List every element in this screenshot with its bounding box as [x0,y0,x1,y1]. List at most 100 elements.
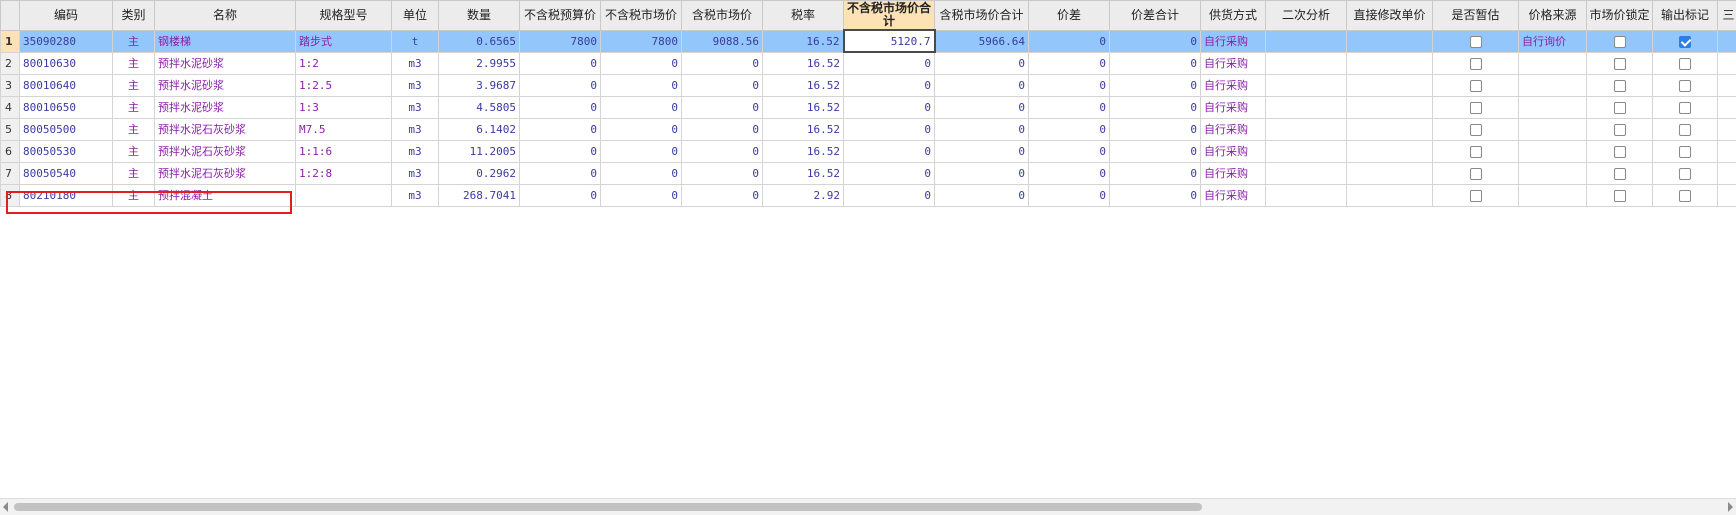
market-price-in-cell[interactable]: 0 [682,162,763,184]
price-source-cell[interactable] [1519,96,1587,118]
horizontal-scrollbar[interactable] [0,498,1736,515]
provisional-checkbox[interactable] [1470,168,1482,180]
market-lock-checkbox[interactable] [1614,124,1626,136]
tax-rate-cell[interactable]: 16.52 [763,140,844,162]
unit-cell[interactable]: m3 [392,118,439,140]
tax-rate-cell[interactable]: 16.52 [763,52,844,74]
market-price-in-cell[interactable]: 0 [682,140,763,162]
code-cell[interactable]: 80010630 [20,52,113,74]
unit-cell[interactable]: m3 [392,162,439,184]
output-mark-checkbox[interactable] [1679,146,1691,158]
header-market-price-in-tax[interactable]: 含税市场价 [682,1,763,31]
market-total-ex-cell[interactable]: 0 [844,140,935,162]
market-price-ex-cell[interactable]: 7800 [601,30,682,52]
output-mark-checkbox[interactable] [1679,58,1691,70]
market-total-in-cell[interactable]: 0 [935,52,1029,74]
code-cell[interactable]: 35090280 [20,30,113,52]
price-source-cell[interactable] [1519,140,1587,162]
header-market-lock[interactable]: 市场价锁定 [1587,1,1653,31]
price-diff-cell[interactable]: 0 [1029,96,1110,118]
market-total-ex-cell[interactable]: 0 [844,52,935,74]
market-price-ex-cell[interactable]: 0 [601,74,682,96]
type-cell[interactable]: 主 [113,96,155,118]
unit-cell[interactable]: t [392,30,439,52]
quantity-cell[interactable]: 6.1402 [439,118,520,140]
type-cell[interactable]: 主 [113,162,155,184]
price-diff-total-cell[interactable]: 0 [1110,140,1201,162]
direct-edit-cell[interactable] [1347,118,1433,140]
row-number[interactable]: 4 [1,96,20,118]
tax-rate-cell[interactable]: 2.92 [763,184,844,206]
code-cell[interactable]: 80050500 [20,118,113,140]
row-number[interactable]: 8 [1,184,20,206]
price-source-cell[interactable] [1519,162,1587,184]
extra-cell[interactable] [1718,30,1736,52]
code-cell[interactable]: 80210180 [20,184,113,206]
tax-rate-cell[interactable]: 16.52 [763,30,844,52]
code-cell[interactable]: 80010640 [20,74,113,96]
budget-price-cell[interactable]: 0 [520,162,601,184]
header-corner[interactable] [1,1,20,31]
scrollbar-thumb[interactable] [14,503,1202,511]
row-number[interactable]: 3 [1,74,20,96]
market-lock-checkbox[interactable] [1614,190,1626,202]
header-direct-edit-price[interactable]: 直接修改单价 [1347,1,1433,31]
direct-edit-cell[interactable] [1347,30,1433,52]
quantity-cell[interactable]: 0.2962 [439,162,520,184]
extra-cell[interactable] [1718,74,1736,96]
direct-edit-cell[interactable] [1347,140,1433,162]
budget-price-cell[interactable]: 0 [520,52,601,74]
secondary-analysis-cell[interactable] [1266,96,1347,118]
market-price-ex-cell[interactable]: 0 [601,162,682,184]
code-cell[interactable]: 80050530 [20,140,113,162]
header-code[interactable]: 编码 [20,1,113,31]
spec-cell[interactable]: 踏步式 [296,30,392,52]
supply-method-cell[interactable]: 自行采购 [1201,162,1266,184]
secondary-analysis-cell[interactable] [1266,74,1347,96]
market-lock-checkbox[interactable] [1614,80,1626,92]
header-output-mark[interactable]: 输出标记 [1653,1,1718,31]
output-mark-checkbox[interactable] [1679,190,1691,202]
market-price-in-cell[interactable]: 9088.56 [682,30,763,52]
budget-price-cell[interactable]: 0 [520,96,601,118]
price-diff-cell[interactable]: 0 [1029,118,1110,140]
price-diff-total-cell[interactable]: 0 [1110,96,1201,118]
header-quantity[interactable]: 数量 [439,1,520,31]
price-diff-total-cell[interactable]: 0 [1110,162,1201,184]
market-total-in-cell[interactable]: 0 [935,96,1029,118]
extra-cell[interactable] [1718,118,1736,140]
unit-cell[interactable]: m3 [392,74,439,96]
row-number[interactable]: 2 [1,52,20,74]
type-cell[interactable]: 主 [113,118,155,140]
price-source-cell[interactable] [1519,52,1587,74]
provisional-checkbox[interactable] [1470,80,1482,92]
spec-cell[interactable]: M7.5 [296,118,392,140]
tax-rate-cell[interactable]: 16.52 [763,96,844,118]
scroll-right-arrow-icon[interactable] [1728,502,1733,512]
market-price-in-cell[interactable]: 0 [682,74,763,96]
market-price-ex-cell[interactable]: 0 [601,96,682,118]
price-diff-total-cell[interactable]: 0 [1110,30,1201,52]
header-name[interactable]: 名称 [155,1,296,31]
header-market-price-ex-tax[interactable]: 不含税市场价 [601,1,682,31]
secondary-analysis-cell[interactable] [1266,30,1347,52]
market-price-ex-cell[interactable]: 0 [601,184,682,206]
type-cell[interactable]: 主 [113,30,155,52]
header-supply-method[interactable]: 供货方式 [1201,1,1266,31]
budget-price-cell[interactable]: 0 [520,118,601,140]
header-spec[interactable]: 规格型号 [296,1,392,31]
header-tax-rate[interactable]: 税率 [763,1,844,31]
code-cell[interactable]: 80010650 [20,96,113,118]
price-source-cell[interactable] [1519,74,1587,96]
budget-price-cell[interactable]: 0 [520,140,601,162]
extra-cell[interactable] [1718,140,1736,162]
provisional-checkbox[interactable] [1470,124,1482,136]
market-total-ex-cell[interactable]: 0 [844,96,935,118]
header-price-diff-total[interactable]: 价差合计 [1110,1,1201,31]
market-total-in-cell[interactable]: 5966.64 [935,30,1029,52]
market-total-ex-cell[interactable]: 0 [844,118,935,140]
supply-method-cell[interactable]: 自行采购 [1201,30,1266,52]
name-cell[interactable]: 预拌水泥砂浆 [155,96,296,118]
name-cell[interactable]: 预拌混凝土 [155,184,296,206]
price-diff-total-cell[interactable]: 0 [1110,52,1201,74]
